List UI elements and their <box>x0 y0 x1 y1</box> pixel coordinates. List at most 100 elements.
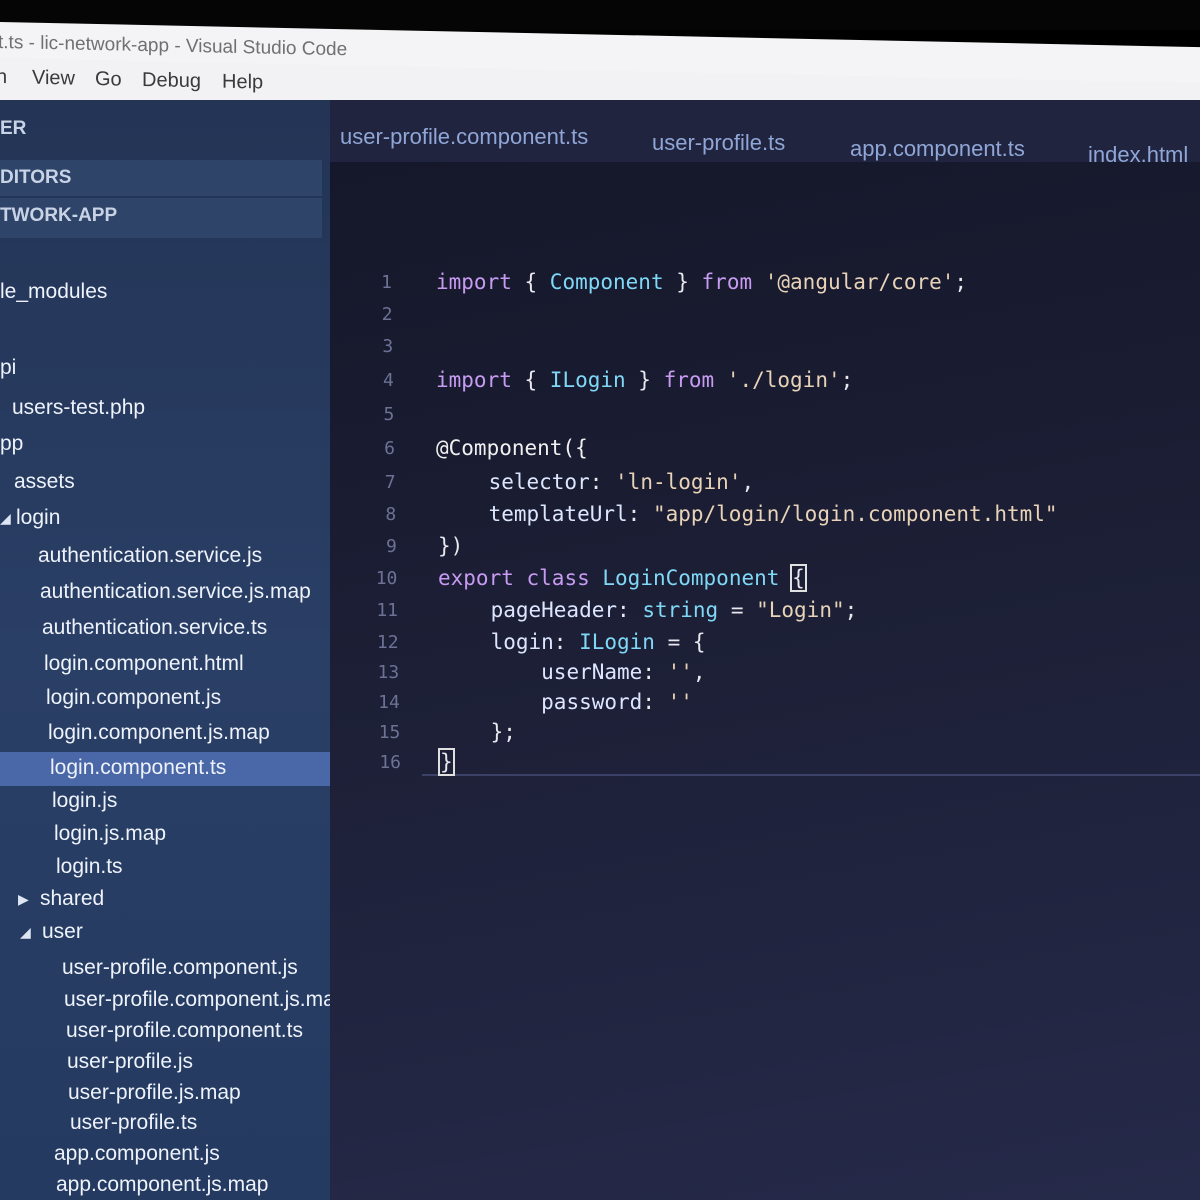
tree-item-file[interactable]: user-profile.ts <box>70 1111 197 1135</box>
tree-item-file[interactable]: authentication.service.js <box>38 544 262 568</box>
tree-item-assets[interactable]: assets <box>14 470 75 494</box>
line-number: 1 <box>381 272 392 293</box>
line-number: 8 <box>385 504 397 525</box>
code-line: templateUrl: "app/login/login.component.… <box>438 502 1058 526</box>
tree-item-file[interactable]: users-test.php <box>12 396 145 420</box>
code-line: @Component({ <box>436 436 588 460</box>
open-editors-section[interactable]: DITORS <box>0 160 322 196</box>
tree-item-file[interactable]: authentication.service.ts <box>42 616 267 640</box>
tab-user-profile-component[interactable]: user-profile.component.ts <box>340 124 588 150</box>
code-line: export class LoginComponent { <box>438 564 807 592</box>
tree-item-file[interactable]: user-profile.component.js.map <box>64 988 346 1012</box>
tree-item-app[interactable]: pp <box>0 432 23 456</box>
code-token: "app/login/login.component.html" <box>652 502 1058 526</box>
code-token: : <box>642 660 668 684</box>
menu-item-help[interactable]: Help <box>222 71 263 95</box>
code-token: login <box>490 630 554 654</box>
code-token: : <box>642 690 668 714</box>
tree-item-file[interactable]: login.js.map <box>54 822 166 846</box>
tree-item-shared-folder[interactable]: shared <box>40 887 104 911</box>
code-line: import { Component } from '@angular/core… <box>436 270 967 294</box>
code-token: 'ln-login' <box>615 470 742 494</box>
code-line: import { ILogin } from './login'; <box>436 368 853 392</box>
code-token: { <box>511 270 550 294</box>
tab-user-profile[interactable]: user-profile.ts <box>652 130 785 156</box>
tree-item-file[interactable]: user-profile.js.map <box>68 1081 241 1105</box>
current-line-indicator <box>422 774 1200 776</box>
tree-item-selected-file[interactable]: login.component.ts <box>50 756 226 780</box>
editor-tabs: user-profile.component.ts user-profile.t… <box>330 100 1200 167</box>
tree-item-file[interactable]: user-profile.component.ts <box>66 1019 303 1043</box>
bracket-match-token: } <box>438 748 455 776</box>
menu-item-view[interactable]: View <box>32 67 75 91</box>
open-editors-label: DITORS <box>0 167 72 188</box>
code-token: '' <box>667 690 693 714</box>
code-token: from <box>663 368 715 392</box>
tab-app-component[interactable]: app.component.ts <box>850 136 1025 162</box>
code-token: './login' <box>714 368 841 392</box>
code-token: }) <box>438 534 464 558</box>
code-token: : <box>627 502 653 526</box>
line-number: 7 <box>384 472 396 493</box>
chevron-down-icon[interactable]: ◢ <box>0 510 11 527</box>
code-token: = { <box>654 630 706 654</box>
line-number: 12 <box>376 632 399 653</box>
code-token: ; <box>844 598 858 622</box>
code-token: pageHeader <box>490 598 618 622</box>
tree-item-file[interactable]: app.component.js <box>54 1142 220 1166</box>
code-token: class <box>526 566 590 590</box>
code-token: : <box>589 470 616 494</box>
tree-item-user-folder[interactable]: user <box>42 920 83 944</box>
explorer-header: ER <box>0 118 27 139</box>
project-label: TWORK-APP <box>0 205 118 226</box>
tree-item-file[interactable]: login.js <box>52 789 117 813</box>
code-token: string <box>642 598 719 622</box>
code-token: export <box>438 566 514 590</box>
tree-item-file[interactable]: user-profile.js <box>67 1050 193 1074</box>
code-token: ILogin <box>579 630 655 654</box>
workbench: ER DITORS TWORK-APP le_modules pi users-… <box>0 100 1200 1200</box>
tree-item-file[interactable]: user-profile.component.js <box>62 956 298 980</box>
line-number: 4 <box>382 370 394 391</box>
code-token: ; <box>954 270 968 294</box>
menu-item-go[interactable]: Go <box>95 68 122 92</box>
tree-item-api[interactable]: pi <box>0 356 16 380</box>
line-number: 2 <box>381 304 393 325</box>
chevron-down-icon[interactable]: ◢ <box>20 924 31 941</box>
code-token: , <box>692 660 706 684</box>
tree-item-login-folder[interactable]: login <box>16 506 60 530</box>
line-number: 10 <box>375 568 398 589</box>
tree-item-file[interactable]: authentication.service.js.map <box>40 580 311 604</box>
code-token: ILogin <box>549 368 626 392</box>
code-token: import <box>436 270 512 294</box>
tree-item-node-modules[interactable]: le_modules <box>0 280 107 304</box>
project-section[interactable]: TWORK-APP <box>0 198 322 238</box>
line-number: 13 <box>377 662 400 683</box>
menu-item-partial[interactable]: n <box>0 66 7 89</box>
code-token: selector <box>488 470 590 494</box>
menu-item-debug[interactable]: Debug <box>142 69 201 93</box>
line-number: 16 <box>379 752 401 773</box>
code-token: } <box>625 368 664 392</box>
tree-item-file[interactable]: login.component.html <box>44 652 244 676</box>
code-token: userName <box>541 660 643 684</box>
tree-item-file[interactable]: login.component.js <box>46 686 221 710</box>
tree-item-file[interactable]: app.component.js.map <box>56 1173 268 1197</box>
code-token: } <box>663 270 702 294</box>
tree-item-file[interactable]: login.ts <box>56 855 123 879</box>
code-editor[interactable]: 1 2 3 4 5 6 7 8 9 10 11 12 13 14 15 16 import { Compone… <box>330 162 1200 1200</box>
line-number: 11 <box>376 600 398 621</box>
code-token: '' <box>667 660 693 684</box>
code-token: LoginComponent <box>602 566 780 590</box>
code-token: }; <box>440 720 516 744</box>
tree-item-file[interactable]: login.component.js.map <box>48 721 270 745</box>
code-token: : <box>617 598 643 622</box>
chevron-right-icon[interactable]: ▶ <box>18 891 29 908</box>
